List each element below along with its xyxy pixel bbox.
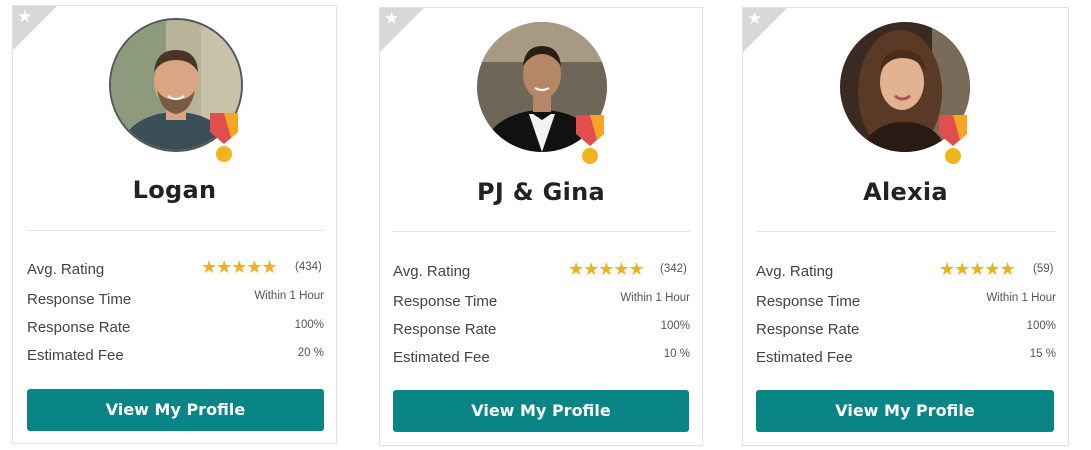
star-icon: ★ (747, 9, 763, 28)
avg-rating-label: Avg. Rating (27, 261, 105, 278)
estimated-fee-value: 15 % (1029, 348, 1056, 360)
response-time-value: Within 1 Hour (620, 292, 690, 304)
medal-badge-icon (210, 113, 238, 162)
avatar[interactable] (838, 20, 972, 164)
response-rate-label: Response Rate (393, 321, 497, 338)
divider (756, 231, 1056, 232)
rating-stars-icon: ★★★★★ (939, 259, 1016, 279)
host-card: ★ PJ & Gina Avg. Rating ★★★★★ (342) Resp… (379, 7, 703, 446)
response-rate-value: 100% (1026, 320, 1056, 332)
response-rate-value: 100% (660, 320, 690, 332)
host-name: Alexia (863, 178, 948, 206)
host-card: ★ Logan Avg. Rating ★★★★★ (434) Response (12, 5, 337, 444)
estimated-fee-label: Estimated Fee (756, 349, 853, 366)
estimated-fee-label: Estimated Fee (393, 349, 490, 366)
rating-count: (342) (660, 263, 687, 275)
response-rate-label: Response Rate (756, 321, 860, 338)
host-card: ★ Alexia Avg. Rating ★★★★★ (59) Response… (742, 7, 1069, 446)
star-icon: ★ (384, 9, 400, 28)
estimated-fee-value: 20 % (297, 347, 324, 359)
estimated-fee-label: Estimated Fee (27, 347, 124, 364)
rating-stars-icon: ★★★★★ (568, 259, 645, 279)
response-rate-value: 100% (294, 319, 324, 331)
medal-badge-icon (576, 115, 604, 164)
view-profile-button[interactable]: View My Profile (756, 390, 1054, 432)
rating-stars-icon: ★★★★★ (201, 257, 278, 277)
avatar[interactable] (475, 20, 609, 164)
host-name: Logan (132, 176, 217, 204)
response-time-value: Within 1 Hour (986, 292, 1056, 304)
avg-rating-label: Avg. Rating (756, 263, 834, 280)
rating-count: (59) (1033, 263, 1054, 275)
response-time-value: Within 1 Hour (254, 290, 324, 302)
host-name: PJ & Gina (476, 178, 606, 206)
response-time-label: Response Time (393, 293, 498, 310)
medal-badge-icon (939, 115, 967, 164)
star-icon: ★ (17, 7, 33, 26)
view-profile-button[interactable]: View My Profile (27, 389, 324, 431)
response-rate-label: Response Rate (27, 319, 131, 336)
estimated-fee-value: 10 % (663, 348, 690, 360)
avatar[interactable] (109, 18, 243, 162)
response-time-label: Response Time (756, 293, 861, 310)
response-time-label: Response Time (27, 291, 132, 308)
divider (393, 231, 690, 232)
divider (27, 230, 324, 231)
rating-count: (434) (295, 261, 322, 273)
view-profile-button[interactable]: View My Profile (393, 390, 689, 432)
avg-rating-label: Avg. Rating (393, 263, 471, 280)
